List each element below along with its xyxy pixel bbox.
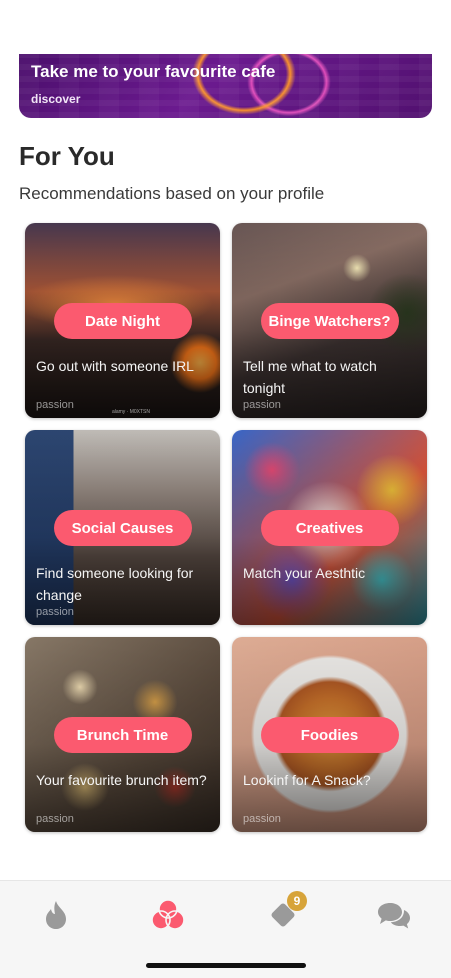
section-subtitle: Recommendations based on your profile <box>19 184 325 203</box>
card-label-button[interactable]: Brunch Time <box>53 717 192 753</box>
card-foodies[interactable]: Foodies Lookinf for A Snack? passion <box>232 637 427 832</box>
tab-home[interactable] <box>36 895 76 935</box>
tab-discover[interactable] <box>148 895 188 935</box>
card-tag: passion <box>36 399 74 411</box>
card-label-button[interactable]: Creatives <box>260 510 399 546</box>
card-description: Find someone looking for change <box>36 565 194 603</box>
banner-title: Take me to your favourite cafe <box>31 62 276 81</box>
chat-bubbles-icon <box>378 903 410 929</box>
notification-badge: 9 <box>287 891 307 911</box>
recommendation-grid: Date Night Go out with someone IRL passi… <box>25 223 427 832</box>
banner-subtitle: discover <box>31 92 81 106</box>
card-social-causes[interactable]: Social Causes Find someone looking for c… <box>25 430 220 625</box>
card-date-night[interactable]: Date Night Go out with someone IRL passi… <box>25 223 220 418</box>
card-description: Tell me what to watch tonight <box>243 358 377 396</box>
card-tag: passion <box>36 813 74 825</box>
flame-icon <box>46 901 66 929</box>
tab-messages[interactable] <box>374 895 414 935</box>
card-description: Go out with someone IRL <box>36 358 194 374</box>
card-tag: passion <box>243 399 281 411</box>
image-credit: alamy · M0XTSN <box>111 409 150 415</box>
card-description: Match your Aesthtic <box>243 565 366 581</box>
home-indicator <box>146 963 306 968</box>
discover-circles-icon <box>151 899 185 930</box>
card-label-button[interactable]: Foodies <box>260 717 399 753</box>
card-label-button[interactable]: Date Night <box>53 303 192 339</box>
card-tag: passion <box>36 606 74 618</box>
card-label-button[interactable]: Social Causes <box>53 510 192 546</box>
card-label-button[interactable]: Binge Watchers? <box>260 303 399 339</box>
card-brunch-time[interactable]: Brunch Time Your favourite brunch item? … <box>25 637 220 832</box>
card-creatives[interactable]: Creatives Match your Aesthtic <box>232 430 427 625</box>
card-description: Your favourite brunch item? <box>36 772 207 788</box>
tab-likes[interactable]: 9 <box>263 891 307 935</box>
section-title: For You <box>19 141 115 171</box>
discover-banner[interactable]: Take me to your favourite cafe discover <box>19 54 432 118</box>
card-description: Lookinf for A Snack? <box>243 772 371 788</box>
card-binge-watchers[interactable]: Binge Watchers? Tell me what to watch to… <box>232 223 427 418</box>
card-tag: passion <box>243 813 281 825</box>
